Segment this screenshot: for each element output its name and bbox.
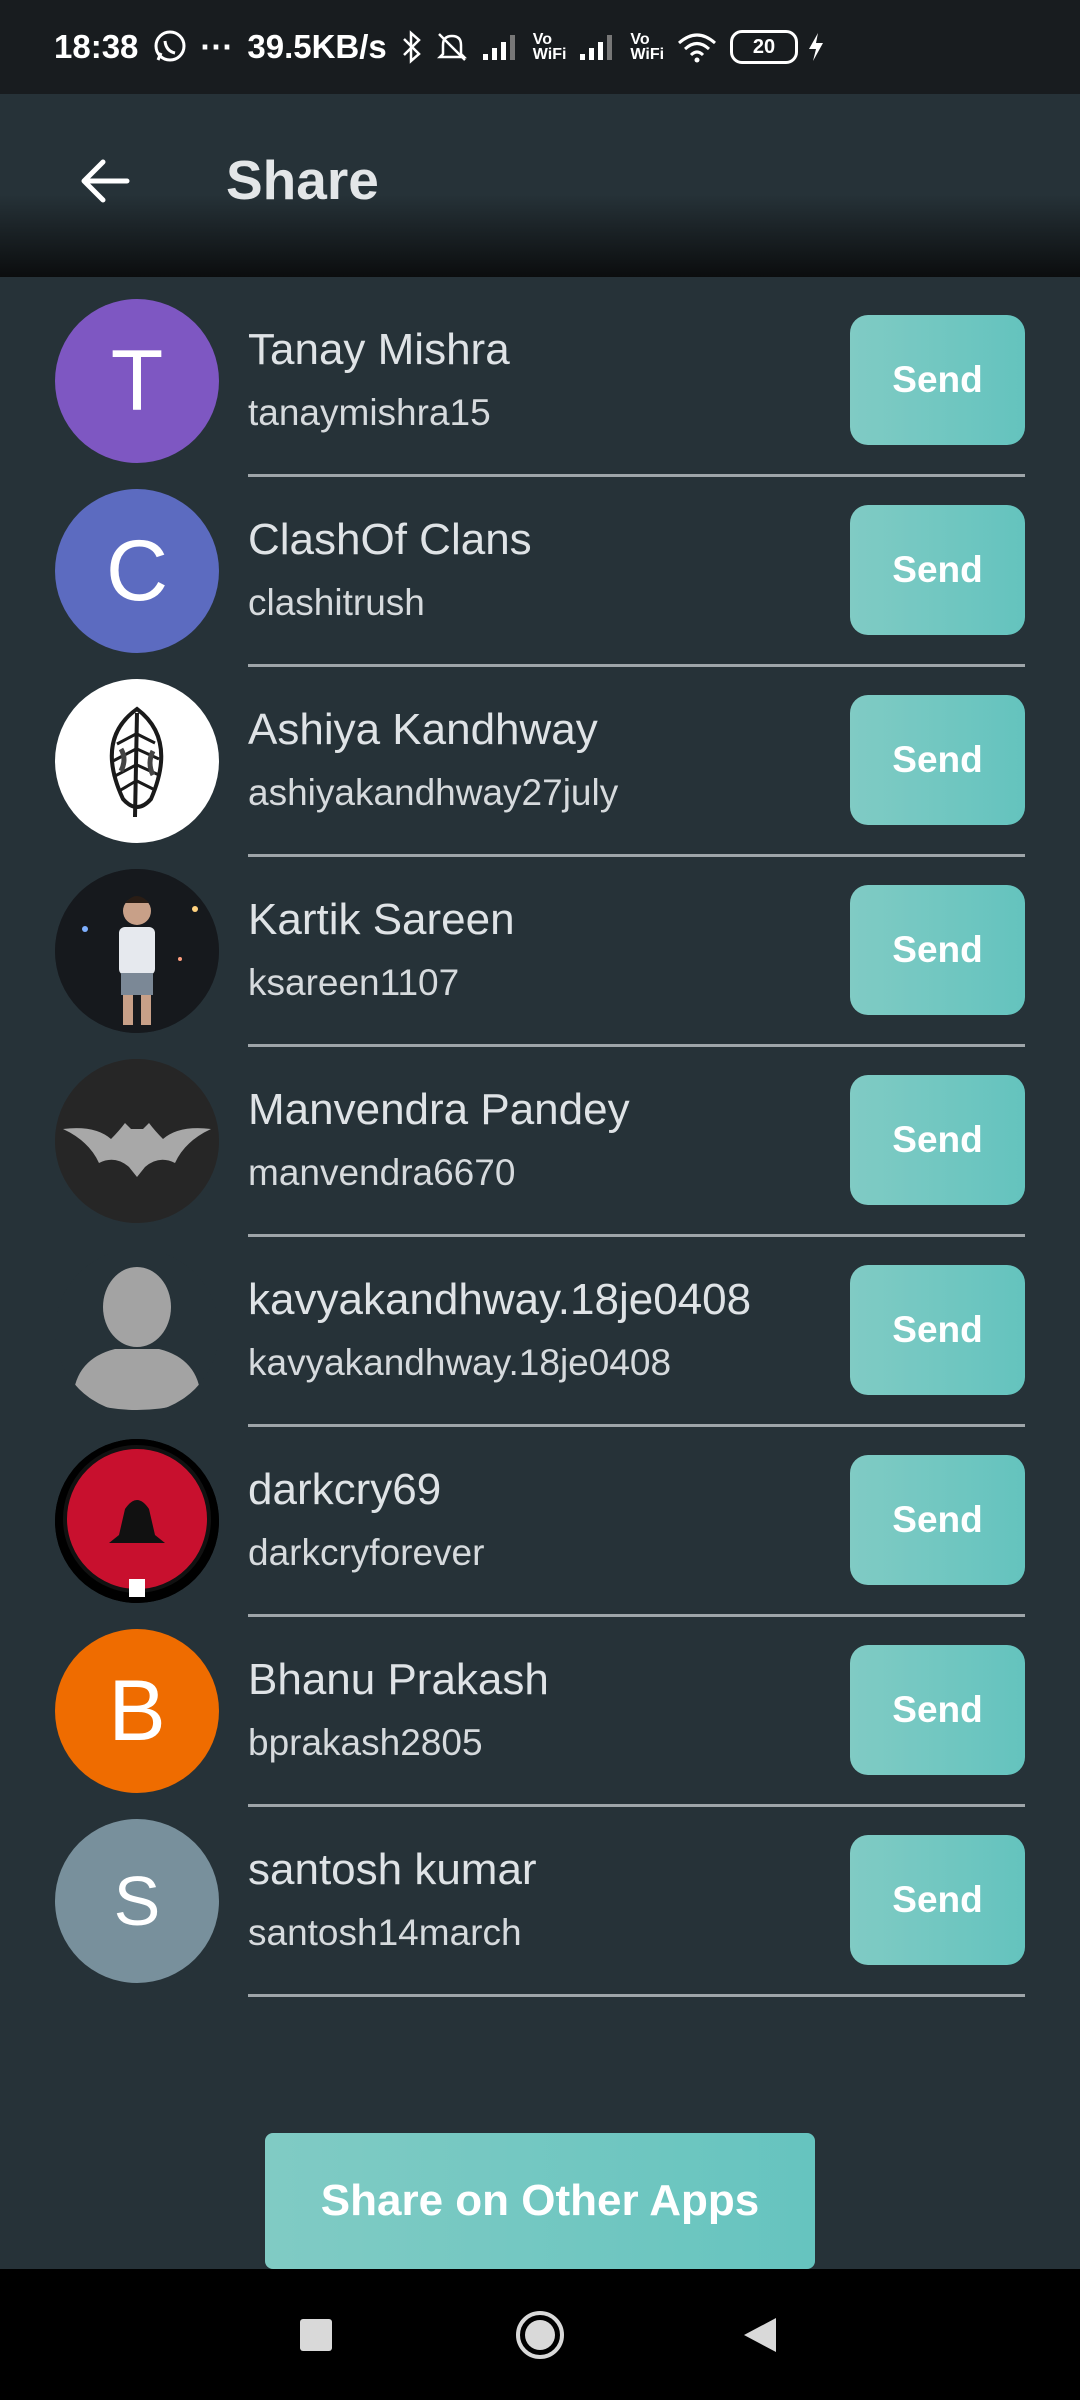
- contact-username: clashitrush: [248, 582, 425, 623]
- bluetooth-icon: [401, 30, 423, 64]
- avatar-initial: B: [108, 1662, 166, 1759]
- contact-row: Ashiya Kandhway ashiyakandhway27july Sen…: [0, 657, 1080, 857]
- app-header: Share: [0, 94, 1080, 277]
- contact-name: Kartik Sareen: [248, 895, 515, 944]
- contact-row: Manvendra Pandey manvendra6670 Send: [0, 1037, 1080, 1237]
- contact-username: darkcryforever: [248, 1532, 485, 1573]
- vowifi-icon: Vo WiFi: [630, 32, 665, 63]
- contact-username: bprakash2805: [248, 1722, 483, 1763]
- red-moon-ninja-icon: [55, 1439, 219, 1603]
- avatar[interactable]: S: [55, 1819, 219, 1983]
- send-button[interactable]: Send: [850, 505, 1025, 635]
- back-button[interactable]: [70, 146, 140, 216]
- send-button[interactable]: Send: [850, 1645, 1025, 1775]
- contact-name: Ashiya Kandhway: [248, 705, 598, 754]
- contact-username: ashiyakandhway27july: [248, 772, 619, 813]
- battery-indicator: 20: [730, 30, 799, 64]
- avatar[interactable]: C: [55, 489, 219, 653]
- arrow-left-icon: [81, 159, 130, 203]
- contact-name: kavyakandhway.18je0408: [248, 1275, 752, 1324]
- contact-row: T Tanay Mishra tanaymishra15 Send: [0, 277, 1080, 477]
- share-on-other-apps-button[interactable]: Share on Other Apps: [265, 2133, 815, 2269]
- back-triangle-icon: [744, 2317, 776, 2352]
- divider: [248, 1994, 1025, 1997]
- charging-icon: [806, 31, 826, 63]
- avatar-initial: C: [105, 522, 169, 619]
- page-title: Share: [226, 149, 379, 211]
- send-button[interactable]: Send: [850, 1835, 1025, 1965]
- contact-name: ClashOf Clans: [248, 515, 532, 564]
- avatar[interactable]: [55, 1439, 219, 1603]
- status-bar: 18:38 ··· 39.5KB/s Vo WiFi Vo WiFi 20: [0, 0, 1080, 94]
- recent-apps-square-icon: [300, 2318, 332, 2351]
- send-button[interactable]: Send: [850, 315, 1025, 445]
- avatar[interactable]: [55, 679, 219, 843]
- contact-username: tanaymishra15: [248, 392, 491, 433]
- avatar-initial: S: [113, 1862, 161, 1940]
- contact-row: B Bhanu Prakash bprakash2805 Send: [0, 1607, 1080, 1807]
- status-more-dots: ···: [200, 28, 234, 65]
- network-speed: 39.5KB/s: [247, 28, 387, 65]
- contact-username: ksareen1107: [248, 962, 460, 1003]
- send-button[interactable]: Send: [850, 885, 1025, 1015]
- contact-row: S santosh kumar santosh14march Send: [0, 1797, 1080, 1997]
- contact-name: darkcry69: [248, 1465, 442, 1514]
- avatar[interactable]: [55, 1059, 219, 1223]
- contact-name: Tanay Mishra: [248, 325, 510, 374]
- send-button[interactable]: Send: [850, 1075, 1025, 1205]
- contact-username: santosh14march: [248, 1912, 522, 1953]
- avatar[interactable]: [55, 1249, 219, 1413]
- contact-row: Kartik Sareen ksareen1107 Send: [0, 847, 1080, 1047]
- whatsapp-icon: [152, 29, 188, 65]
- avatar[interactable]: [55, 869, 219, 1033]
- contact-username: manvendra6670: [248, 1152, 516, 1193]
- send-button[interactable]: Send: [850, 695, 1025, 825]
- status-time: 18:38: [54, 28, 139, 65]
- bat-logo-icon: [55, 1059, 219, 1223]
- contact-name: Manvendra Pandey: [248, 1085, 630, 1134]
- contact-row: C ClashOf Clans clashitrush Send: [0, 467, 1080, 667]
- home-circle-icon: [516, 2310, 564, 2359]
- signal-icon: [578, 32, 618, 62]
- home-button[interactable]: [480, 2269, 600, 2400]
- avatar[interactable]: B: [55, 1629, 219, 1793]
- avatar-initial: T: [110, 332, 164, 429]
- avatar[interactable]: T: [55, 299, 219, 463]
- contact-name: santosh kumar: [248, 1845, 537, 1894]
- contact-list: T Tanay Mishra tanaymishra15 Send C Clas…: [0, 277, 1080, 1997]
- person-photo-icon: [55, 869, 219, 1033]
- contact-username: kavyakandhway.18je0408: [248, 1342, 672, 1383]
- wifi-icon: [676, 31, 718, 63]
- vowifi-icon: Vo WiFi: [532, 32, 567, 63]
- leaf-sketch-icon: [109, 706, 164, 818]
- send-button[interactable]: Send: [850, 1265, 1025, 1395]
- system-nav-bar: [0, 2269, 1080, 2400]
- send-button[interactable]: Send: [850, 1455, 1025, 1585]
- contact-row: kavyakandhway.18je0408 kavyakandhway.18j…: [0, 1227, 1080, 1427]
- recent-apps-button[interactable]: [256, 2269, 376, 2400]
- signal-icon: [481, 32, 521, 62]
- contact-row: darkcry69 darkcryforever Send: [0, 1417, 1080, 1617]
- default-user-icon: [73, 1267, 201, 1410]
- vowifi-bottom: WiFi: [630, 46, 665, 63]
- silent-bell-icon: [435, 30, 469, 64]
- contact-name: Bhanu Prakash: [248, 1655, 549, 1704]
- back-nav-button[interactable]: [700, 2269, 820, 2400]
- vowifi-bottom: WiFi: [532, 46, 567, 63]
